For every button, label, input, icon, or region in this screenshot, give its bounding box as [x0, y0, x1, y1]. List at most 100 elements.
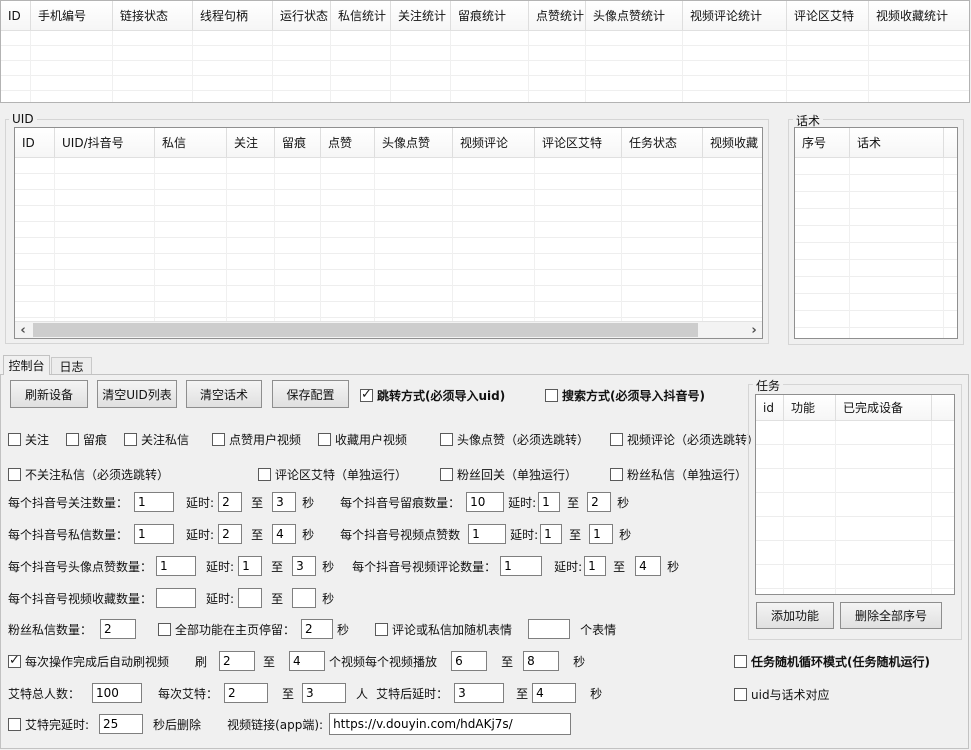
save-config-button[interactable]: 保存配置 — [272, 380, 349, 408]
at-each-from-input[interactable] — [224, 683, 268, 703]
at-after-to-input[interactable] — [532, 683, 576, 703]
column-header[interactable]: 手机编号 — [31, 1, 113, 30]
tab-console[interactable]: 控制台 — [3, 355, 50, 375]
swipe-from-input[interactable] — [219, 651, 255, 671]
column-header[interactable]: id — [756, 395, 784, 420]
fans-dm-count-input[interactable] — [100, 619, 136, 639]
video-fav-count-input[interactable] — [156, 588, 196, 608]
column-header[interactable]: 评论区艾特 — [787, 1, 869, 30]
like-user-video-checkbox[interactable]: 点赞用户视频 — [212, 431, 301, 448]
scroll-right-icon[interactable]: › — [746, 322, 762, 338]
clear-script-button[interactable]: 清空话术 — [186, 380, 262, 408]
avatar-like-delay-from-input[interactable] — [238, 556, 262, 576]
video-like-delay-to-input[interactable] — [589, 524, 613, 544]
at-delete-delay-checkbox[interactable]: 艾特完延时: — [8, 716, 89, 733]
trace-count-input[interactable] — [466, 492, 504, 512]
column-header[interactable]: 点赞统计 — [529, 1, 586, 30]
no-follow-dm-checkbox[interactable]: 不关注私信（必须选跳转） — [8, 466, 169, 483]
refresh-devices-button[interactable]: 刷新设备 — [10, 380, 88, 408]
video-like-delay-from-input[interactable] — [540, 524, 562, 544]
trace-checkbox[interactable]: 留痕 — [66, 431, 107, 448]
stay-homepage-seconds-input[interactable] — [301, 619, 333, 639]
sec-label: 秒 — [667, 558, 679, 575]
random-emoji-checkbox[interactable]: 评论或私信加随机表情 — [375, 621, 512, 638]
column-header[interactable]: 视频收藏统计 — [869, 1, 971, 30]
video-like-count-input[interactable] — [468, 524, 506, 544]
fans-dm-checkbox[interactable]: 粉丝私信（单独运行） — [610, 466, 747, 483]
scrollbar-thumb[interactable] — [33, 323, 698, 337]
column-header[interactable]: 序号 — [795, 128, 850, 157]
column-header[interactable]: ID — [1, 1, 31, 30]
column-header[interactable]: 私信 — [155, 128, 227, 157]
dm-delay-from-input[interactable] — [218, 524, 242, 544]
trace-delay-from-input[interactable] — [538, 492, 560, 512]
column-header[interactable]: 头像点赞统计 — [586, 1, 683, 30]
column-header[interactable]: 留痕 — [275, 128, 321, 157]
column-header[interactable]: 运行状态 — [273, 1, 331, 30]
avatar-like-delay-to-input[interactable] — [292, 556, 316, 576]
column-header[interactable]: 功能 — [784, 395, 836, 420]
follow-delay-from-input[interactable] — [218, 492, 242, 512]
emoji-count-input[interactable] — [528, 619, 570, 639]
clear-uid-list-button[interactable]: 清空UID列表 — [97, 380, 177, 408]
trace-delay-to-input[interactable] — [587, 492, 611, 512]
delete-all-sequence-button[interactable]: 删除全部序号 — [840, 602, 942, 629]
dm-delay-to-input[interactable] — [272, 524, 296, 544]
follow-delay-to-input[interactable] — [272, 492, 296, 512]
avatar-like-checkbox[interactable]: 头像点赞（必须选跳转） — [440, 431, 589, 448]
stay-homepage-checkbox[interactable]: 全部功能在主页停留： — [158, 621, 295, 638]
play-to-input[interactable] — [523, 651, 559, 671]
comment-at-checkbox[interactable]: 评论区艾特（单独运行） — [258, 466, 407, 483]
column-header[interactable]: 线程句柄 — [193, 1, 273, 30]
play-from-input[interactable] — [451, 651, 487, 671]
column-header[interactable]: 已完成设备 — [836, 395, 932, 420]
column-header[interactable]: 关注 — [227, 128, 275, 157]
search-mode-checkbox[interactable]: 搜索方式(必须导入抖音号) — [545, 387, 705, 404]
scrollbar-track[interactable] — [31, 322, 746, 338]
at-each-to-input[interactable] — [302, 683, 346, 703]
video-comment-delay-to-input[interactable] — [635, 556, 661, 576]
video-comment-delay-from-input[interactable] — [584, 556, 606, 576]
column-header[interactable]: 任务状态 — [622, 128, 703, 157]
column-header[interactable]: ID — [15, 128, 55, 157]
video-fav-delay-to-input[interactable] — [292, 588, 316, 608]
jump-mode-checkbox[interactable]: 跳转方式(必须导入uid) — [360, 387, 505, 404]
fans-followback-checkbox[interactable]: 粉丝回关（单独运行） — [440, 466, 577, 483]
favorite-user-video-checkbox[interactable]: 收藏用户视频 — [318, 431, 407, 448]
task-random-mode-checkbox[interactable]: 任务随机循环模式(任务随机运行) — [734, 653, 930, 670]
column-header[interactable]: 头像点赞 — [375, 128, 453, 157]
column-header[interactable]: 关注统计 — [391, 1, 451, 30]
avatar-like-count-input[interactable] — [156, 556, 196, 576]
at-delete-delay-input[interactable] — [99, 714, 143, 734]
add-function-button[interactable]: 添加功能 — [756, 602, 834, 629]
column-header[interactable]: 视频评论统计 — [683, 1, 787, 30]
video-link-input[interactable] — [329, 713, 571, 735]
scroll-left-icon[interactable]: ‹ — [15, 322, 31, 338]
column-header[interactable]: 私信统计 — [331, 1, 391, 30]
at-total-input[interactable] — [92, 683, 142, 703]
column-header[interactable]: 话术 — [850, 128, 944, 157]
auto-swipe-checkbox[interactable]: 每次操作完成后自动刷视频 — [8, 653, 169, 670]
column-header[interactable]: 视频评论 — [453, 128, 535, 157]
follow-count-input[interactable] — [134, 492, 174, 512]
follow-dm-checkbox[interactable]: 关注私信 — [124, 431, 189, 448]
column-header[interactable]: 点赞 — [321, 128, 375, 157]
column-header[interactable]: 视频收藏 — [703, 128, 762, 157]
script-table-body — [795, 158, 957, 338]
column-header[interactable]: 链接状态 — [113, 1, 193, 30]
column-header[interactable]: 评论区艾特 — [535, 128, 622, 157]
uid-script-match-checkbox[interactable]: uid与话术对应 — [734, 686, 830, 703]
uid-table-hscrollbar[interactable]: ‹ › — [15, 321, 762, 338]
follow-checkbox[interactable]: 关注 — [8, 431, 49, 448]
uid-table: ID UID/抖音号 私信 关注 留痕 点赞 头像点赞 视频评论 评论区艾特 任… — [14, 127, 763, 339]
column-header[interactable]: UID/抖音号 — [55, 128, 155, 157]
video-fav-delay-from-input[interactable] — [238, 588, 262, 608]
column-header[interactable]: 留痕统计 — [451, 1, 529, 30]
dm-count-input[interactable] — [134, 524, 174, 544]
swipe-to-input[interactable] — [289, 651, 325, 671]
at-after-from-input[interactable] — [454, 683, 504, 703]
video-comment-count-input[interactable] — [500, 556, 542, 576]
tab-log[interactable]: 日志 — [51, 357, 92, 374]
video-comment-checkbox[interactable]: 视频评论（必须选跳转） — [610, 431, 759, 448]
param-row-video-fav: 每个抖音号视频收藏数量： 延时: 至 秒 — [8, 587, 334, 609]
